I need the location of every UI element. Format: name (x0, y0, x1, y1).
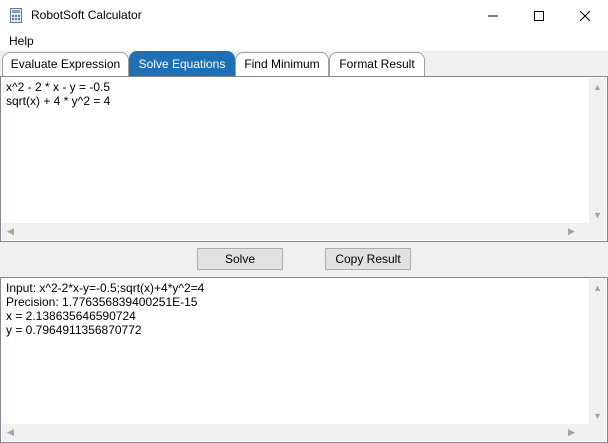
tab-find-minimum[interactable]: Find Minimum (235, 52, 329, 76)
result-line: Input: x^2-2*x-y=-0.5;sqrt(x)+4*y^2=4 (6, 281, 205, 295)
tab-evaluate-expression[interactable]: Evaluate Expression (2, 52, 129, 76)
minimize-button[interactable] (470, 0, 516, 31)
result-output[interactable]: Input: x^2-2*x-y=-0.5;sqrt(x)+4*y^2=4 Pr… (0, 277, 608, 443)
solve-button[interactable]: Solve (197, 248, 283, 270)
equations-input[interactable]: x^2 - 2 * x - y = -0.5 sqrt(x) + 4 * y^2… (0, 76, 608, 242)
scroll-left-icon[interactable]: ◀ (2, 223, 19, 240)
result-line: x = 2.138635646590724 (6, 309, 136, 323)
result-line: Precision: 1.776356839400251E-15 (6, 295, 198, 309)
scroll-down-icon[interactable]: ▼ (589, 407, 606, 424)
title-bar: RobotSoft Calculator (0, 0, 608, 31)
horizontal-scrollbar[interactable]: ◀ ▶ (2, 424, 580, 441)
scroll-right-icon[interactable]: ▶ (563, 223, 580, 240)
close-button[interactable] (562, 0, 608, 31)
tab-solve-equations[interactable]: Solve Equations (129, 51, 235, 77)
maximize-button[interactable] (516, 0, 562, 31)
scroll-left-icon[interactable]: ◀ (2, 424, 19, 441)
scroll-corner (579, 424, 606, 441)
menu-bar: Help (0, 31, 608, 51)
window-title: RobotSoft Calculator (31, 8, 142, 22)
close-icon (580, 10, 590, 21)
minimize-icon (488, 15, 498, 16)
result-line: y = 0.7964911356870772 (6, 323, 142, 337)
horizontal-scrollbar[interactable]: ◀ ▶ (2, 223, 580, 240)
result-text: Input: x^2-2*x-y=-0.5;sqrt(x)+4*y^2=4 Pr… (6, 281, 204, 337)
maximize-icon (534, 10, 544, 21)
calculator-icon (10, 8, 22, 23)
scroll-down-icon[interactable]: ▼ (589, 206, 606, 223)
scroll-corner (579, 223, 606, 240)
scroll-up-icon[interactable]: ▲ (589, 78, 606, 95)
menu-help[interactable]: Help (9, 34, 34, 48)
vertical-scrollbar[interactable]: ▲ ▼ (589, 279, 606, 424)
scroll-up-icon[interactable]: ▲ (589, 279, 606, 296)
vertical-scrollbar[interactable]: ▲ ▼ (589, 78, 606, 223)
equations-text: x^2 - 2 * x - y = -0.5 sqrt(x) + 4 * y^2… (6, 80, 110, 108)
tab-format-result[interactable]: Format Result (329, 52, 425, 76)
equation-line: sqrt(x) + 4 * y^2 = 4 (6, 94, 111, 108)
equation-line: x^2 - 2 * x - y = -0.5 (6, 80, 110, 94)
scroll-right-icon[interactable]: ▶ (563, 424, 580, 441)
copy-result-button[interactable]: Copy Result (325, 248, 411, 270)
